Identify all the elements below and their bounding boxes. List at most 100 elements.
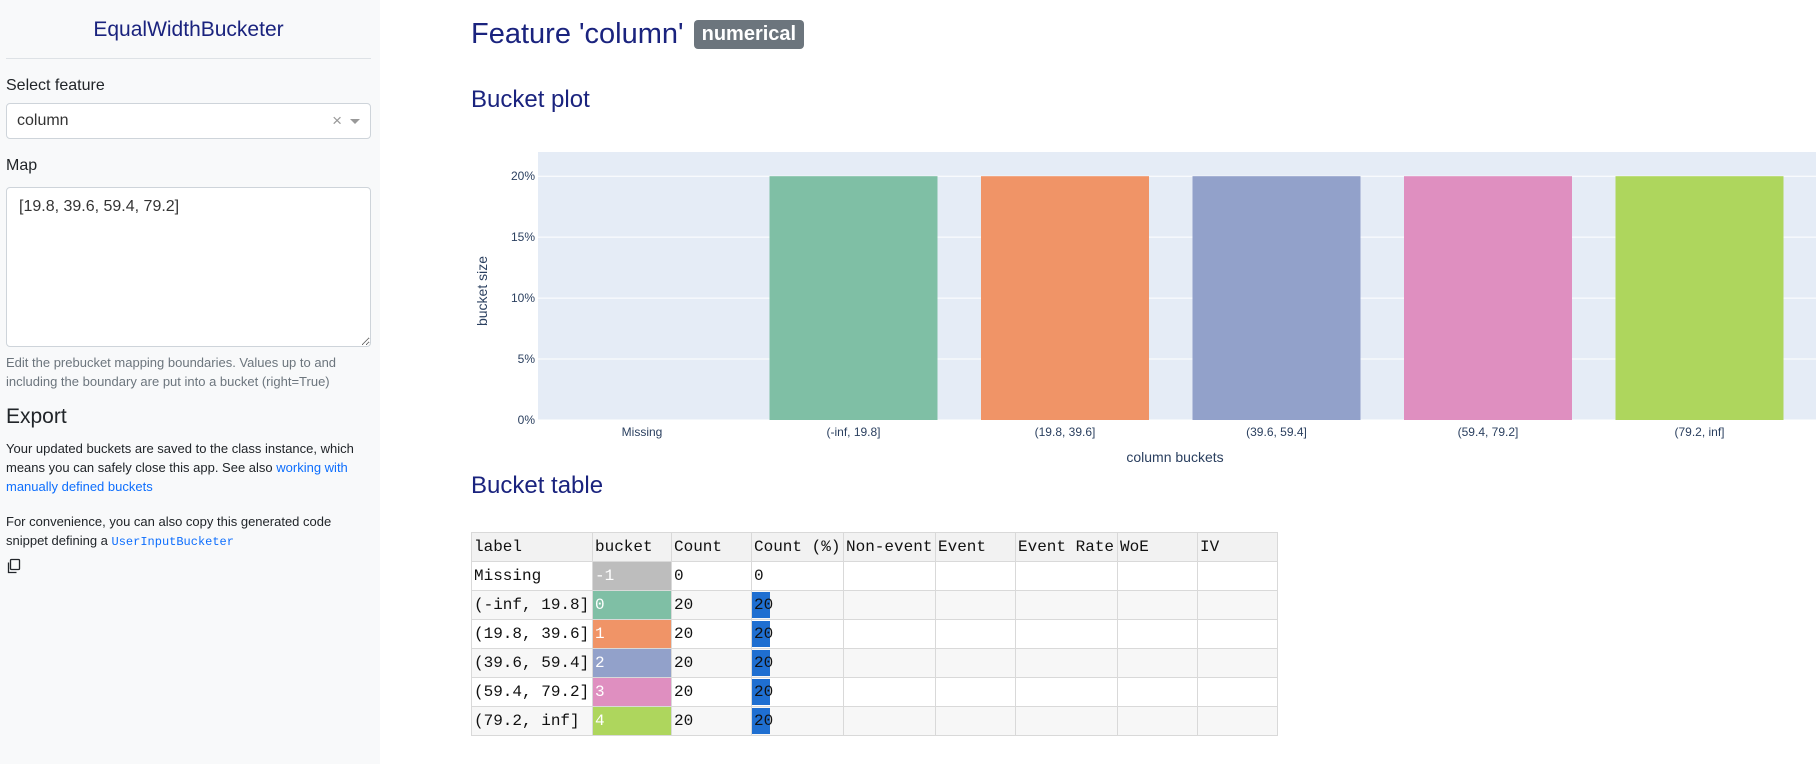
non-event-cell[interactable] [843, 590, 936, 620]
count-cell[interactable]: 20 [671, 590, 752, 620]
table-row: (59.4, 79.2] 3 20 20 [471, 677, 1278, 707]
event-cell[interactable] [935, 619, 1016, 649]
iv-cell[interactable] [1197, 706, 1278, 736]
column-header[interactable]: bucket [592, 532, 672, 562]
sidebar-divider [6, 58, 371, 59]
woe-cell[interactable] [1117, 590, 1198, 620]
y-tick-label: 5% [518, 352, 536, 366]
column-header[interactable]: IV [1197, 532, 1278, 562]
count-pct-cell[interactable]: 20 [751, 590, 844, 620]
y-tick-label: 15% [511, 230, 535, 244]
event-cell[interactable] [935, 648, 1016, 678]
non-event-cell[interactable] [843, 619, 936, 649]
column-header[interactable]: Non-event [843, 532, 936, 562]
count-pct-cell[interactable]: 20 [751, 706, 844, 736]
x-tick-label: (-inf, 19.8] [826, 425, 880, 439]
label-cell[interactable]: Missing [471, 561, 593, 591]
event-cell[interactable] [935, 590, 1016, 620]
count-pct-cell[interactable]: 20 [751, 619, 844, 649]
table-row: (-inf, 19.8] 0 20 20 [471, 590, 1278, 620]
select-feature-label: Select feature [6, 77, 105, 94]
bucket-cell[interactable]: 2 [592, 648, 672, 678]
iv-cell[interactable] [1197, 590, 1278, 620]
bucket-cell[interactable]: 0 [592, 590, 672, 620]
bar [1404, 176, 1572, 420]
event-rate-cell[interactable] [1015, 706, 1118, 736]
clear-icon[interactable]: × [332, 111, 342, 131]
bar [1615, 176, 1784, 420]
count-cell[interactable]: 20 [671, 648, 752, 678]
type-badge: numerical [693, 20, 805, 49]
event-rate-cell[interactable] [1015, 590, 1118, 620]
woe-cell[interactable] [1117, 561, 1198, 591]
count-cell[interactable]: 20 [671, 677, 752, 707]
x-tick-label: Missing [622, 425, 663, 439]
sidebar-title: EqualWidthBucketer [93, 18, 284, 41]
count-pct-cell[interactable]: 20 [751, 677, 844, 707]
count-cell[interactable]: 20 [671, 706, 752, 736]
snippet-paragraph: For convenience, you can also copy this … [6, 512, 371, 552]
column-header[interactable]: label [471, 532, 593, 562]
bucket-table-heading: Bucket table [471, 472, 604, 499]
column-header[interactable]: Count (%) [751, 532, 844, 562]
chevron-down-icon[interactable] [350, 118, 360, 124]
woe-cell[interactable] [1117, 706, 1198, 736]
bar [1192, 176, 1361, 420]
bucket-cell[interactable]: 3 [592, 677, 672, 707]
label-cell[interactable]: (-inf, 19.8] [471, 590, 593, 620]
bucket-chart: 0% 5% 10% 15% 20% Missing (-inf, 19.8] (19.8, 3… [474, 152, 1816, 465]
event-rate-cell[interactable] [1015, 619, 1118, 649]
sidebar: EqualWidthBucketer Select feature column… [0, 0, 380, 764]
event-rate-cell[interactable] [1015, 561, 1118, 591]
event-cell[interactable] [935, 677, 1016, 707]
x-tick-label: (79.2, inf] [1674, 425, 1724, 439]
feature-select[interactable]: column × [6, 103, 371, 139]
event-rate-cell[interactable] [1015, 648, 1118, 678]
woe-cell[interactable] [1117, 619, 1198, 649]
label-cell[interactable]: (59.4, 79.2] [471, 677, 593, 707]
count-cell[interactable]: 0 [671, 561, 752, 591]
non-event-cell[interactable] [843, 677, 936, 707]
column-header[interactable]: WoE [1117, 532, 1198, 562]
label-cell[interactable]: (19.8, 39.6] [471, 619, 593, 649]
bucket-cell[interactable]: -1 [592, 561, 672, 591]
event-rate-cell[interactable] [1015, 677, 1118, 707]
x-tick-label: (39.6, 59.4] [1246, 425, 1307, 439]
label-cell[interactable]: (79.2, inf] [471, 706, 593, 736]
map-textarea[interactable]: [19.8, 39.6, 59.4, 79.2] [6, 187, 371, 347]
column-header[interactable]: Event Rate [1015, 532, 1118, 562]
table-row: (39.6, 59.4] 2 20 20 [471, 648, 1278, 678]
x-tick-label: (19.8, 39.6] [1035, 425, 1096, 439]
iv-cell[interactable] [1197, 677, 1278, 707]
bucket-cell[interactable]: 4 [592, 706, 672, 736]
iv-cell[interactable] [1197, 648, 1278, 678]
iv-cell[interactable] [1197, 619, 1278, 649]
event-cell[interactable] [935, 561, 1016, 591]
iv-cell[interactable] [1197, 561, 1278, 591]
x-tick-label: (59.4, 79.2] [1458, 425, 1519, 439]
bucket-table: label bucket Count Count (%) Non-event Event E… [471, 532, 1278, 736]
count-pct-cell[interactable]: 20 [751, 648, 844, 678]
non-event-cell[interactable] [843, 706, 936, 736]
pct-value: 0 [754, 567, 764, 585]
event-cell[interactable] [935, 706, 1016, 736]
pct-value: 20 [754, 654, 774, 672]
copy-icon[interactable] [6, 558, 22, 574]
pct-value: 20 [754, 683, 774, 701]
woe-cell[interactable] [1117, 677, 1198, 707]
export-paragraph: Your updated buckets are saved to the cl… [6, 439, 371, 496]
non-event-cell[interactable] [843, 561, 936, 591]
woe-cell[interactable] [1117, 648, 1198, 678]
column-header[interactable]: Count [671, 532, 752, 562]
count-pct-cell[interactable]: 0 [751, 561, 844, 591]
label-cell[interactable]: (39.6, 59.4] [471, 648, 593, 678]
feature-select-value: column [17, 112, 69, 129]
non-event-cell[interactable] [843, 648, 936, 678]
column-header[interactable]: Event [935, 532, 1016, 562]
bucket-cell[interactable]: 1 [592, 619, 672, 649]
map-help-text: Edit the prebucket mapping boundaries. V… [6, 355, 337, 389]
table-header-row: label bucket Count Count (%) Non-event Event E… [471, 532, 1278, 562]
feature-title: Feature 'column' [471, 18, 684, 50]
count-cell[interactable]: 20 [671, 619, 752, 649]
y-tick-label: 10% [511, 291, 535, 305]
